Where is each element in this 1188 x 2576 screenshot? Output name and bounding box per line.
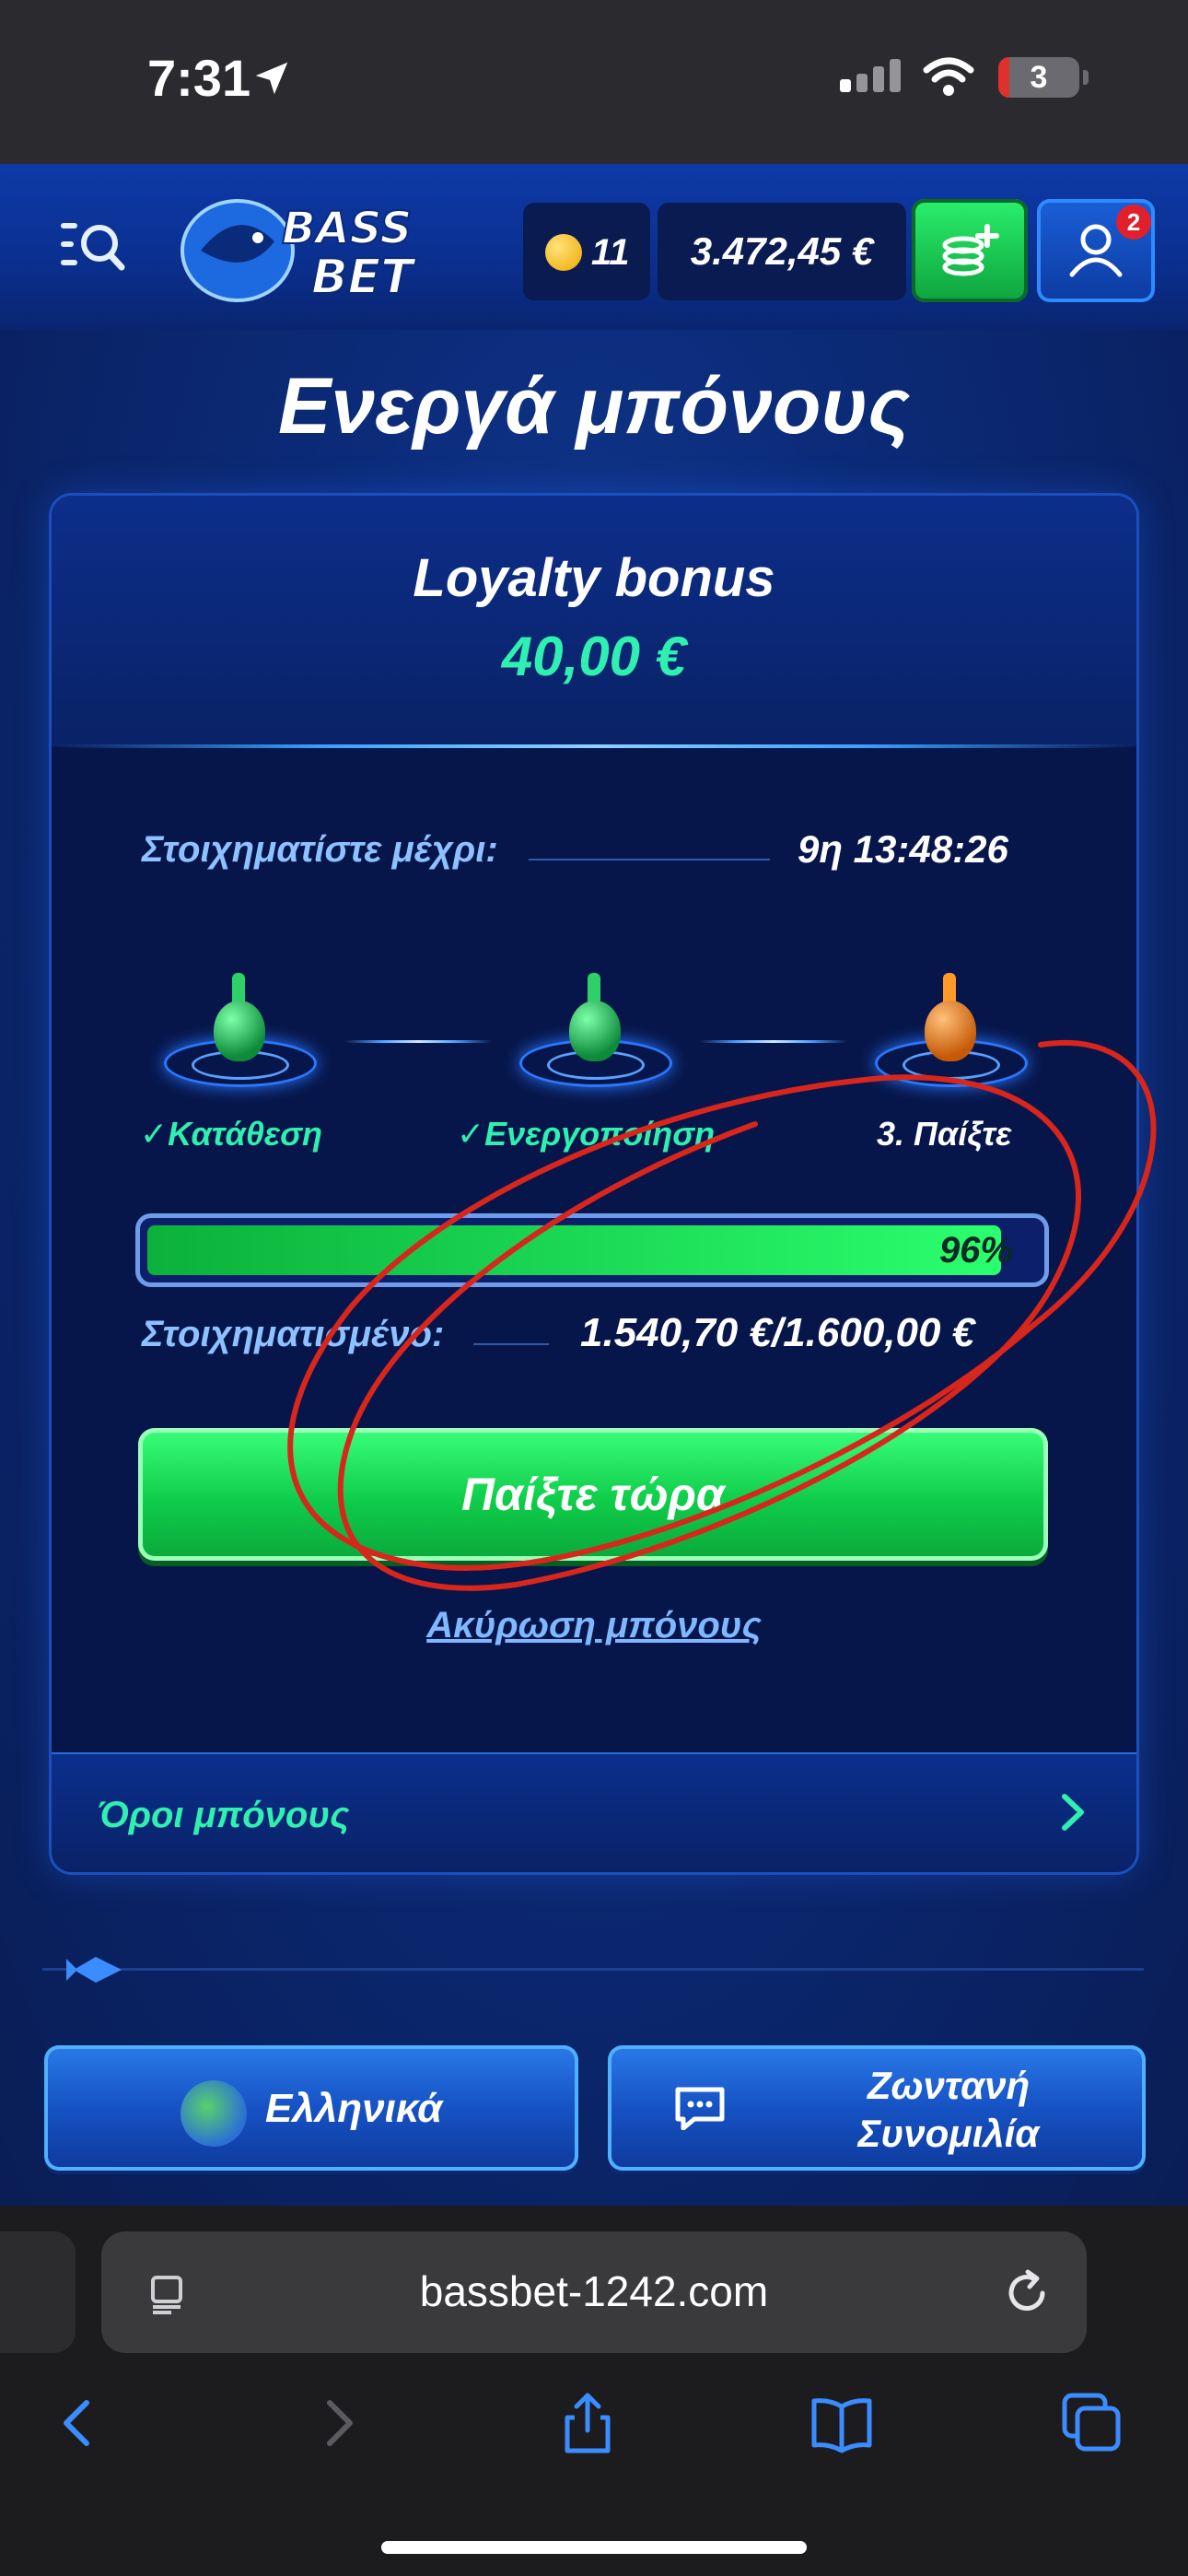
menu-search-icon[interactable] bbox=[59, 216, 127, 275]
play-now-button[interactable]: Παίξτε τώρα bbox=[138, 1428, 1048, 1561]
step-play-float-icon bbox=[866, 956, 1031, 1087]
wager-until-label: Στοιχηματίστε μέχρι: bbox=[142, 829, 498, 870]
live-chat-label-line2: Συνομιλία bbox=[857, 2112, 1040, 2155]
main-content: Ενεργά μπόνους Loyalty bonus 40,00 € Στο… bbox=[0, 330, 1188, 2206]
url-text: bassbet-1242.com bbox=[419, 2267, 769, 2315]
wagered-amount: 1.540,70 €/1.600,00 € bbox=[580, 1310, 975, 1355]
wager-countdown: 9η 13:48:26 bbox=[798, 827, 1008, 871]
deposit-coins-icon bbox=[942, 224, 999, 276]
home-indicator bbox=[381, 2541, 807, 2554]
signal-icon bbox=[840, 59, 906, 92]
deposit-button[interactable] bbox=[912, 199, 1028, 302]
wifi-icon bbox=[923, 57, 974, 96]
chevron-right-icon bbox=[1062, 1794, 1084, 1831]
globe-icon bbox=[181, 2080, 247, 2147]
dotted-leader bbox=[529, 859, 770, 861]
coins-counter[interactable]: 11 bbox=[523, 203, 650, 300]
location-arrow-icon bbox=[255, 62, 288, 95]
logo-line1: BASS bbox=[282, 203, 412, 254]
cancel-bonus-link[interactable]: Ακύρωση μπόνους bbox=[52, 1605, 1136, 1646]
language-button[interactable]: Ελληνικά bbox=[44, 2045, 578, 2171]
live-chat-label: Ζωντανή Συνομιλία bbox=[783, 2062, 1114, 2158]
share-icon[interactable] bbox=[554, 2390, 621, 2456]
bonus-card-header bbox=[52, 496, 1136, 746]
step-deposit-float-icon bbox=[155, 956, 320, 1087]
step-label-play: 3. Παίξτε bbox=[877, 1115, 1012, 1153]
live-chat-label-line1: Ζωντανή bbox=[867, 2064, 1031, 2107]
bookmarks-icon[interactable] bbox=[809, 2390, 875, 2456]
section-divider bbox=[42, 1968, 1144, 1971]
battery-level: 3 bbox=[1030, 60, 1048, 95]
coin-icon bbox=[545, 234, 582, 271]
dotted-leader bbox=[473, 1343, 549, 1345]
coin-count: 11 bbox=[591, 232, 630, 273]
progress-percent: 96% bbox=[938, 1230, 1013, 1270]
wagered-label: Στοιχηματισμένο: bbox=[142, 1314, 445, 1354]
previous-tab-peek[interactable] bbox=[0, 2231, 76, 2353]
step-label-deposit: ✓Κατάθεση bbox=[140, 1115, 323, 1153]
progress-fill bbox=[147, 1225, 1001, 1275]
step-label-activation: ✓Ενεργοποίηση bbox=[457, 1115, 716, 1153]
bonus-name: Loyalty bonus bbox=[413, 548, 775, 608]
step-connector bbox=[700, 1040, 847, 1043]
bonus-amount: 40,00 € bbox=[501, 626, 687, 687]
address-bar[interactable]: bassbet-1242.com bbox=[101, 2231, 1087, 2353]
fish-divider-icon bbox=[66, 1957, 122, 1983]
balance-display[interactable]: 3.472,45 € bbox=[658, 203, 906, 300]
step-activation-float-icon bbox=[510, 956, 676, 1087]
app-header: BASS BET 11 3.472,45 € 2 bbox=[0, 164, 1188, 330]
battery-tip bbox=[1083, 70, 1089, 85]
safari-browser-chrome: bassbet-1242.com bbox=[0, 2206, 1188, 2576]
logo-line2: BET bbox=[311, 250, 416, 305]
ios-status-bar: 7:31 3 bbox=[0, 0, 1188, 164]
status-time: 7:31 bbox=[147, 49, 251, 107]
wagering-progress-bar: 96% bbox=[140, 1218, 1044, 1282]
reload-icon[interactable] bbox=[1002, 2268, 1052, 2318]
bonus-card: Loyalty bonus 40,00 € Στοιχηματίστε μέχρ… bbox=[52, 496, 1136, 1872]
header-glow-divider bbox=[52, 744, 1136, 748]
back-icon[interactable] bbox=[46, 2390, 112, 2456]
page-title: Ενεργά μπόνους bbox=[277, 362, 911, 451]
tabs-icon[interactable] bbox=[1059, 2390, 1125, 2456]
chat-bubble-icon bbox=[675, 2087, 725, 2130]
live-chat-button[interactable]: Ζωντανή Συνομιλία bbox=[608, 2045, 1146, 2171]
battery-icon: 3 bbox=[998, 57, 1079, 98]
forward-icon[interactable] bbox=[304, 2390, 370, 2456]
language-label: Ελληνικά bbox=[265, 2086, 443, 2131]
notification-badge: 2 bbox=[1116, 205, 1151, 240]
bonus-terms-row[interactable]: Όροι μπόνους bbox=[52, 1752, 1136, 1872]
step-connector bbox=[344, 1040, 492, 1043]
bonus-terms-label: Όροι μπόνους bbox=[98, 1795, 350, 1835]
bassbet-logo[interactable]: BASS BET bbox=[173, 186, 460, 315]
